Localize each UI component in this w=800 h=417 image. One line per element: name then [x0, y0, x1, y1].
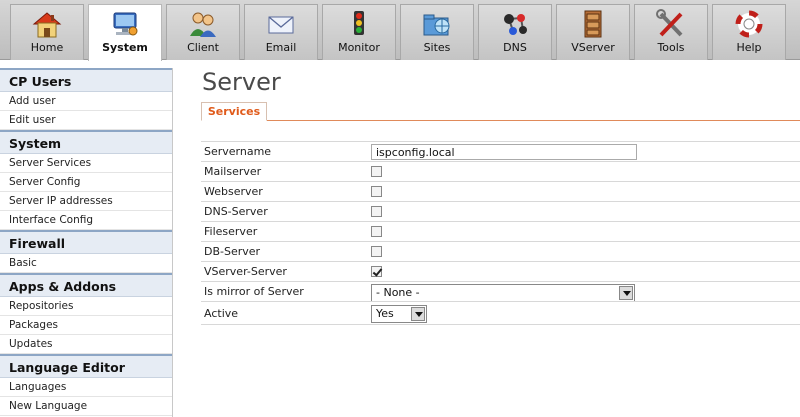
active-select-value: Yes: [376, 307, 394, 320]
active-select[interactable]: Yes: [371, 305, 427, 323]
tab-label: Client: [187, 41, 219, 54]
form-row-webserver: Webserver: [201, 181, 800, 201]
page-title: Server: [202, 68, 281, 96]
servername-input[interactable]: [371, 144, 637, 160]
form-row-mailserver: Mailserver: [201, 161, 800, 181]
tab-label: Email: [265, 41, 297, 54]
envelope-icon: [268, 16, 294, 34]
sidebar-item-languages[interactable]: Languages: [0, 378, 173, 397]
tab-label: System: [102, 41, 148, 54]
sidebar-item-interface-config[interactable]: Interface Config: [0, 211, 173, 230]
tab-system[interactable]: System: [88, 4, 162, 61]
chevron-down-icon: [411, 307, 425, 321]
client-users-icon: [190, 12, 216, 37]
tab-monitor[interactable]: Monitor: [322, 4, 396, 60]
tab-label: Tools: [657, 41, 685, 54]
sidebar-item-repositories[interactable]: Repositories: [0, 297, 173, 316]
tab-email[interactable]: Email: [244, 4, 318, 60]
home-icon: [32, 12, 62, 38]
servername-label: Servername: [204, 145, 272, 158]
server-form: Servername Mailserver Webserver DNS-Serv…: [201, 141, 800, 325]
globe-folder-icon: [423, 14, 450, 36]
sidebar-divider: [172, 68, 173, 417]
tab-help[interactable]: Help: [712, 4, 786, 60]
form-row-active: Active Yes: [201, 301, 800, 325]
fileserver-checkbox[interactable]: [371, 226, 382, 237]
form-row-fileserver: Fileserver: [201, 221, 800, 241]
tools-icon: [656, 9, 683, 37]
dnsserver-checkbox[interactable]: [371, 206, 382, 217]
sidebar-item-add-user[interactable]: Add user: [0, 92, 173, 111]
traffic-light-icon: [354, 11, 364, 35]
sidebar-item-packages[interactable]: Packages: [0, 316, 173, 335]
tab-label: DNS: [503, 41, 527, 54]
tab-label: Help: [736, 41, 762, 54]
tab-services[interactable]: Services: [201, 102, 267, 121]
form-row-servername: Servername: [201, 141, 800, 161]
sidebar-item-basic[interactable]: Basic: [0, 254, 173, 273]
form-row-mirror: Is mirror of Server - None -: [201, 281, 800, 302]
mirror-select[interactable]: - None -: [371, 284, 635, 302]
form-row-vserver: VServer-Server: [201, 261, 800, 281]
network-nodes-icon: [504, 14, 527, 35]
sidebar-section-language-editor: Language Editor: [0, 354, 173, 378]
tab-home[interactable]: Home: [10, 4, 84, 60]
sidebar: CP Users Add user Edit user System Serve…: [0, 68, 173, 417]
tab-dns[interactable]: DNS: [478, 4, 552, 60]
active-label: Active: [204, 307, 239, 320]
sidebar-item-edit-user[interactable]: Edit user: [0, 111, 173, 130]
sidebar-item-server-services[interactable]: Server Services: [0, 154, 173, 173]
sidebar-section-cp-users: CP Users: [0, 68, 173, 92]
tab-sites[interactable]: Sites: [400, 4, 474, 60]
sidebar-section-firewall: Firewall: [0, 230, 173, 254]
dbserver-checkbox[interactable]: [371, 246, 382, 257]
webserver-checkbox[interactable]: [371, 186, 382, 197]
sidebar-item-server-ip-addresses[interactable]: Server IP addresses: [0, 192, 173, 211]
form-row-dbserver: DB-Server: [201, 241, 800, 261]
chevron-down-icon: [619, 286, 633, 300]
subtab-bar: Services: [201, 102, 800, 121]
tab-label: Home: [30, 41, 64, 54]
vserver-checkbox[interactable]: [371, 266, 382, 277]
tab-tools[interactable]: Tools: [634, 4, 708, 60]
fileserver-label: Fileserver: [204, 225, 258, 238]
sidebar-item-server-config[interactable]: Server Config: [0, 173, 173, 192]
dnsserver-label: DNS-Server: [204, 205, 268, 218]
lifebuoy-icon: [735, 10, 763, 38]
tab-label: Sites: [423, 41, 451, 54]
mailserver-label: Mailserver: [204, 165, 262, 178]
sidebar-item-updates[interactable]: Updates: [0, 335, 173, 354]
cabinet-icon: [584, 10, 602, 38]
sidebar-item-new-language[interactable]: New Language: [0, 397, 173, 416]
sidebar-section-system: System: [0, 130, 173, 154]
dbserver-label: DB-Server: [204, 245, 261, 258]
top-navigation: Home System Client Email Monitor Sites D…: [0, 0, 800, 61]
mailserver-checkbox[interactable]: [371, 166, 382, 177]
tab-vserver[interactable]: VServer: [556, 4, 630, 60]
form-row-dnsserver: DNS-Server: [201, 201, 800, 221]
webserver-label: Webserver: [204, 185, 263, 198]
mirror-label: Is mirror of Server: [204, 285, 304, 298]
tab-label: Monitor: [338, 41, 380, 54]
mirror-select-value: - None -: [376, 286, 420, 299]
vserver-label: VServer-Server: [204, 265, 287, 278]
system-monitor-icon: [113, 12, 138, 36]
tab-client[interactable]: Client: [166, 4, 240, 60]
tab-label: VServer: [571, 41, 615, 54]
sidebar-section-apps-addons: Apps & Addons: [0, 273, 173, 297]
